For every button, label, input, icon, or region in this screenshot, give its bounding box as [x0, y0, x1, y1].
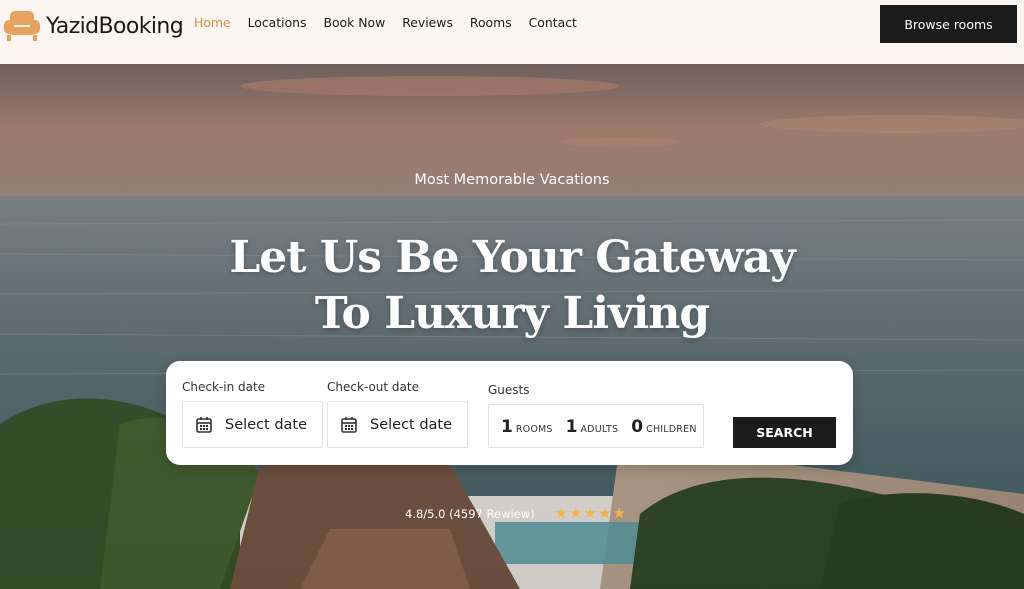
guests-selector[interactable]: 1 ROOMS 1 ADULTS 0 CHILDREN [488, 404, 704, 448]
checkout-date-field[interactable]: Select date [327, 401, 468, 448]
rooms-count: 1 [501, 417, 513, 437]
rooms-label: ROOMS [515, 424, 553, 435]
nav-contact[interactable]: Contact [529, 15, 577, 30]
hero-headline: Let Us Be Your Gateway To Luxury Living [0, 230, 1024, 342]
hero-section: Most Memorable Vacations Let Us Be Your … [0, 64, 1024, 589]
star-rating: ★ ★ ★ ★ ★ [555, 506, 626, 521]
adults-label: ADULTS [580, 424, 619, 435]
checkin-date-field[interactable]: Select date [182, 401, 323, 448]
checkout-value: Select date [370, 416, 453, 433]
checkin-value: Select date [225, 416, 308, 433]
nav-locations[interactable]: Locations [248, 15, 307, 30]
nav-reviews[interactable]: Reviews [402, 15, 453, 30]
checkout-label: Check-out date [327, 380, 419, 394]
headline-line-2: To Luxury Living [314, 288, 710, 339]
star-icon: ★ [569, 505, 583, 522]
children-count: 0 [631, 417, 644, 437]
brand-logo[interactable]: YazidBooking [3, 8, 184, 44]
browse-rooms-button[interactable]: Browse rooms [880, 5, 1017, 43]
star-icon: ★ [554, 505, 569, 522]
guests-label: Guests [488, 383, 530, 397]
sofa-icon [3, 9, 41, 43]
star-icon: ★ [583, 505, 597, 522]
site-header: YazidBooking Home Locations Book Now Rev… [0, 0, 1024, 64]
children-label: CHILDREN [646, 424, 697, 435]
adults-count: 1 [565, 417, 578, 437]
booking-form: Check-in date Select date Check-out date [166, 361, 853, 465]
rating-summary: 4.8/5.0 (4597 Rewiew) ★ ★ ★ ★ ★ [405, 506, 626, 521]
checkin-label: Check-in date [182, 380, 266, 394]
calendar-icon [341, 417, 357, 433]
nav-rooms[interactable]: Rooms [470, 15, 512, 30]
headline-line-1: Let Us Be Your Gateway [229, 232, 795, 283]
star-icon: ★ [612, 505, 626, 522]
brand-name: YazidBooking [46, 13, 184, 39]
main-nav: Home Locations Book Now Reviews Rooms Co… [194, 15, 577, 30]
calendar-icon [196, 417, 212, 433]
rating-text: 4.8/5.0 (4597 Rewiew) [405, 506, 535, 521]
star-icon: ★ [598, 505, 612, 522]
hero-eyebrow: Most Memorable Vacations [414, 172, 610, 188]
search-button[interactable]: SEARCH [733, 417, 836, 448]
nav-home[interactable]: Home [194, 15, 231, 30]
nav-book-now[interactable]: Book Now [323, 15, 385, 30]
